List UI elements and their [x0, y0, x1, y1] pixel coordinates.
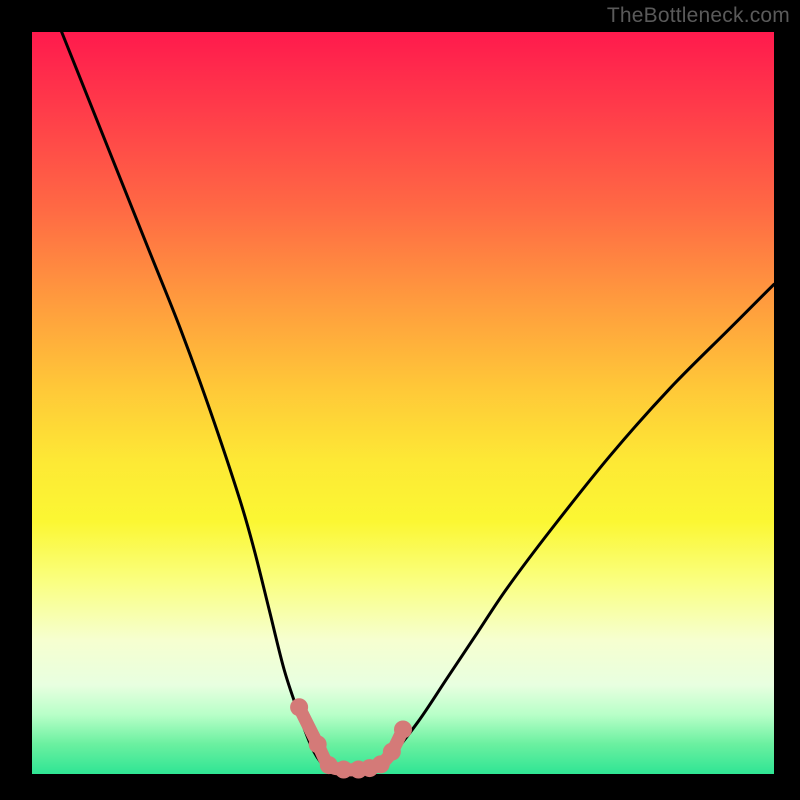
chart-frame: TheBottleneck.com — [0, 0, 800, 800]
valley-dot — [290, 698, 308, 716]
valley-dot — [383, 743, 401, 761]
bottleneck-curve-svg — [0, 0, 800, 800]
bottleneck-curve — [62, 32, 774, 774]
valley-dot — [309, 735, 327, 753]
valley-dot — [394, 720, 412, 738]
